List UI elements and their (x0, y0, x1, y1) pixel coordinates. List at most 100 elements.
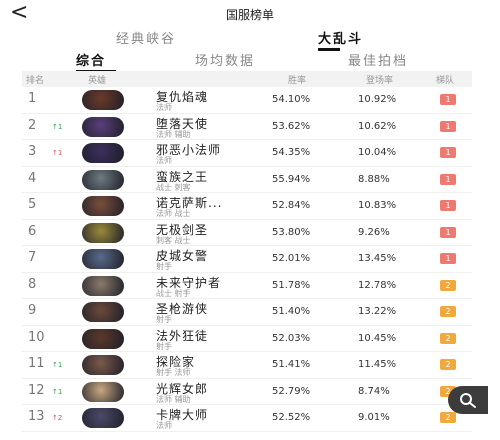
pick-rate: 13.45% (358, 253, 397, 264)
win-rate: 55.94% (272, 173, 311, 185)
tier-badge: 2 (440, 279, 456, 291)
tier-badge: 1 (440, 226, 456, 238)
rank-trend: ↑2 (52, 414, 63, 422)
hero-avatar (82, 275, 124, 296)
nav-bar: < 国服榜单 (0, 0, 500, 28)
table-row[interactable]: 2 ↑1 堕落天使 法师 辅助 53.62% 10.62% 1 (22, 114, 472, 140)
hero-avatar (82, 328, 124, 349)
hero-roles: 法师 (156, 103, 172, 112)
tier-badge: 1 (440, 147, 456, 158)
table-row[interactable]: 11 ↑1 探险家 射手 法师 51.41% 11.45% 2 (22, 352, 472, 379)
win-rate: 54.35% (272, 147, 311, 158)
win-rate: 51.40% (272, 306, 311, 317)
tier-badge: 1 (440, 120, 456, 132)
header-hero: 英雄 (88, 76, 107, 86)
rank-number: 2 (28, 117, 37, 133)
hero-roles: 射手 (156, 262, 172, 271)
table-row[interactable]: 12 ↑1 光辉女郎 法师 辅助 52.79% 8.74% 2 (22, 379, 472, 405)
tier-badge: 2 (440, 412, 456, 423)
rank-trend: ↑1 (52, 361, 63, 369)
pick-rate: 10.92% (358, 94, 397, 105)
pick-rate: 10.62% (358, 120, 397, 132)
mode-tabs: 经典峡谷 大乱斗 (0, 28, 500, 51)
pick-rate: 11.45% (358, 359, 397, 370)
tab-label: 综合 (76, 54, 107, 69)
rank-number: 9 (28, 303, 37, 318)
hero-avatar (82, 222, 124, 243)
rank-number: 12 (28, 382, 45, 398)
rank-number: 8 (28, 276, 37, 292)
win-rate: 52.52% (272, 412, 311, 423)
pick-rate: 10.83% (358, 200, 397, 211)
pick-rate: 8.88% (358, 173, 390, 185)
table-row[interactable]: 10 法外狂徒 射手 52.03% 10.45% 2 (22, 326, 472, 352)
page-title: 国服榜单 (225, 8, 274, 22)
tab-label: 大乱斗 (318, 32, 364, 47)
tier-badge: 1 (440, 94, 456, 105)
rank-trend: ↑1 (52, 149, 63, 157)
rank-number: 13 (28, 409, 45, 424)
tab-label: 最佳拍档 (348, 54, 409, 69)
pick-rate: 8.74% (358, 385, 390, 397)
table-row[interactable]: 8 未来守护者 战士 射手 51.78% 12.78% 2 (22, 273, 472, 299)
table-row[interactable]: 3 ↑1 邪恶小法师 法师 54.35% 10.04% 1 (22, 140, 472, 167)
rank-trend: ↑1 (52, 387, 63, 396)
table-row[interactable]: 4 蛮族之王 战士 刺客 55.94% 8.88% 1 (22, 167, 472, 193)
tab-label: 场均数据 (195, 54, 256, 69)
hero-roles: 法师 战士 (156, 209, 191, 218)
search-button[interactable] (448, 386, 488, 414)
hero-roles: 刺客 战士 (156, 235, 191, 245)
hero-avatar (82, 302, 124, 322)
search-icon (460, 393, 476, 408)
pick-rate: 10.45% (358, 332, 397, 344)
table-header: 排名 英雄 胜率 登场率 梯队 (22, 71, 472, 87)
tier-badge: 1 (440, 200, 456, 211)
tab-classic-rift[interactable]: 经典峡谷 (116, 28, 176, 47)
win-rate: 52.01% (272, 253, 311, 264)
tab-overall[interactable]: 综合 (76, 50, 116, 73)
win-rate: 51.41% (272, 359, 311, 370)
tab-best-partner[interactable]: 最佳拍档 (348, 50, 408, 69)
rank-number: 4 (28, 170, 37, 186)
hero-avatar (82, 169, 124, 190)
tab-aram[interactable]: 大乱斗 (318, 28, 364, 51)
rank-number: 11 (28, 356, 45, 371)
tier-badge: 1 (440, 173, 456, 185)
hero-roles: 战士 刺客 (156, 182, 191, 192)
win-rate: 53.80% (272, 226, 311, 238)
hero-avatar (82, 249, 124, 269)
hero-avatar (82, 196, 124, 216)
hero-avatar (82, 90, 124, 110)
pick-rate: 9.26% (358, 226, 390, 238)
header-tier[interactable]: 梯队 (436, 73, 454, 86)
tier-badge: 1 (440, 253, 456, 264)
rank-number: 10 (28, 329, 45, 345)
table-row[interactable]: 1 复仇焰魂 法师 54.10% 10.92% 1 (22, 87, 472, 114)
win-rate: 52.03% (272, 332, 311, 344)
rank-number: 6 (28, 223, 37, 239)
tab-average-stats[interactable]: 场均数据 (195, 50, 255, 69)
table-row[interactable]: 7 皮城女警 射手 52.01% 13.45% 1 (22, 246, 472, 273)
sub-tabs: 综合 场均数据 最佳拍档 (0, 50, 500, 73)
tier-badge: 2 (440, 359, 456, 370)
hero-roles: 法师 (156, 156, 172, 165)
hero-roles: 法师 辅助 (156, 394, 191, 404)
header-win-rate[interactable]: 胜率 (288, 73, 306, 86)
hero-roles: 战士 射手 (156, 288, 191, 298)
rank-number: 7 (28, 250, 37, 265)
win-rate: 52.79% (272, 385, 311, 397)
table-row[interactable]: 5 诺克萨斯... 法师 战士 52.84% 10.83% 1 (22, 193, 472, 220)
win-rate: 52.84% (272, 200, 311, 211)
table-row[interactable]: 13 ↑2 卡牌大师 法师 52.52% 9.01% 2 (22, 405, 472, 432)
table-row[interactable]: 9 圣枪游侠 射手 51.40% 13.22% 2 (22, 299, 472, 326)
hero-avatar (82, 381, 124, 402)
header-pick-rate[interactable]: 登场率 (366, 73, 393, 86)
hero-roles: 法师 (156, 421, 172, 430)
rank-number: 5 (28, 197, 37, 212)
table-row[interactable]: 6 无极剑圣 刺客 战士 53.80% 9.26% 1 (22, 220, 472, 246)
hero-avatar (82, 355, 124, 375)
header-rank: 排名 (26, 76, 45, 86)
tier-badge: 2 (440, 332, 456, 344)
pick-rate: 13.22% (358, 306, 397, 317)
hero-avatar (82, 116, 124, 137)
